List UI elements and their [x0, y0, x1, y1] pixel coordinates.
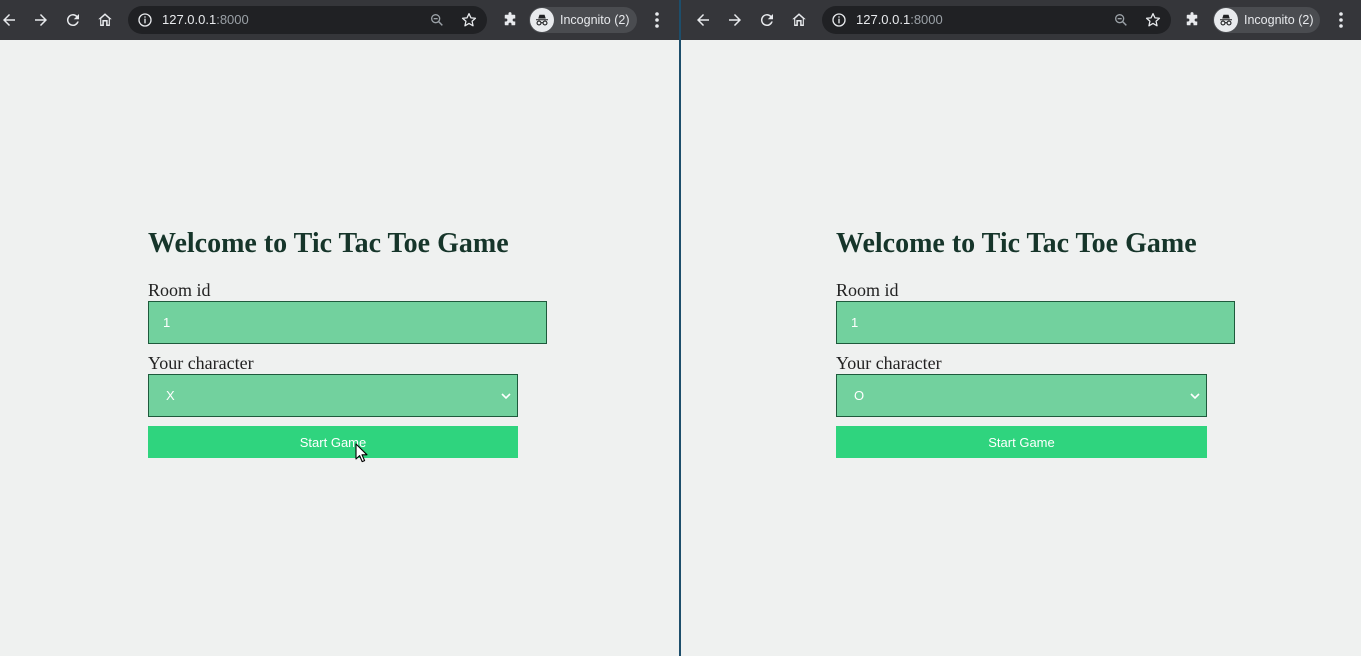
arrow-left-icon [0, 11, 18, 29]
incognito-avatar [1214, 8, 1238, 32]
arrow-right-icon [32, 11, 50, 29]
home-button[interactable] [787, 8, 811, 32]
address-bar[interactable]: 127.0.0.1:8000 [822, 6, 1171, 34]
page-title: Welcome to Tic Tac Toe Game [836, 228, 1197, 259]
forward-button[interactable] [29, 8, 53, 32]
extensions-button[interactable] [498, 8, 522, 32]
chevron-down-icon [500, 390, 512, 402]
character-select-value: O [854, 388, 865, 403]
start-game-button[interactable]: Start Game [836, 426, 1207, 458]
profile-label: Incognito (2) [1244, 13, 1314, 27]
character-select[interactable]: O [836, 374, 1207, 417]
zoom-icon[interactable] [429, 12, 445, 28]
character-select-value: X [166, 388, 175, 403]
address-bar[interactable]: 127.0.0.1:8000 [128, 6, 487, 34]
room-id-input[interactable] [836, 301, 1235, 344]
character-label: Your character [836, 353, 942, 373]
start-game-button[interactable]: Start Game [148, 426, 518, 458]
star-icon[interactable] [1144, 11, 1162, 29]
home-button[interactable] [93, 8, 117, 32]
info-icon[interactable] [137, 12, 153, 28]
info-icon[interactable] [831, 12, 847, 28]
extensions-button[interactable] [1180, 8, 1204, 32]
kebab-menu-icon[interactable] [1337, 10, 1345, 30]
incognito-icon [533, 11, 551, 29]
room-id-label: Room id [148, 280, 211, 300]
reload-icon [64, 11, 82, 29]
home-icon [790, 11, 808, 29]
arrow-right-icon [726, 11, 744, 29]
room-id-label: Room id [836, 280, 899, 300]
puzzle-icon [1183, 11, 1201, 29]
kebab-menu-icon[interactable] [653, 10, 661, 30]
home-icon [96, 11, 114, 29]
room-id-input[interactable] [148, 301, 547, 344]
arrow-left-icon [694, 11, 712, 29]
character-label: Your character [148, 353, 254, 373]
incognito-avatar [530, 8, 554, 32]
zoom-icon[interactable] [1113, 12, 1129, 28]
character-select[interactable]: X [148, 374, 518, 417]
mouse-cursor-icon [355, 443, 368, 463]
reload-icon [758, 11, 776, 29]
profile-label: Incognito (2) [560, 13, 630, 27]
url-text: 127.0.0.1:8000 [162, 12, 249, 27]
star-icon[interactable] [460, 11, 478, 29]
page-title: Welcome to Tic Tac Toe Game [148, 228, 509, 259]
puzzle-icon [501, 11, 519, 29]
browser-window-left: 127.0.0.1:8000 Incognito (2) Welcome to … [0, 0, 679, 656]
profile-button[interactable]: Incognito (2) [529, 7, 637, 33]
back-button[interactable] [0, 8, 21, 32]
back-button[interactable] [691, 8, 715, 32]
reload-button[interactable] [61, 8, 85, 32]
forward-button[interactable] [723, 8, 747, 32]
profile-button[interactable]: Incognito (2) [1213, 7, 1320, 33]
incognito-icon [1217, 11, 1235, 29]
browser-window-right: 127.0.0.1:8000 Incognito (2) Welcome to … [681, 0, 1361, 656]
browser-toolbar: 127.0.0.1:8000 Incognito (2) [681, 0, 1361, 40]
url-text: 127.0.0.1:8000 [856, 12, 943, 27]
reload-button[interactable] [755, 8, 779, 32]
browser-toolbar: 127.0.0.1:8000 Incognito (2) [0, 0, 679, 40]
chevron-down-icon [1189, 390, 1201, 402]
